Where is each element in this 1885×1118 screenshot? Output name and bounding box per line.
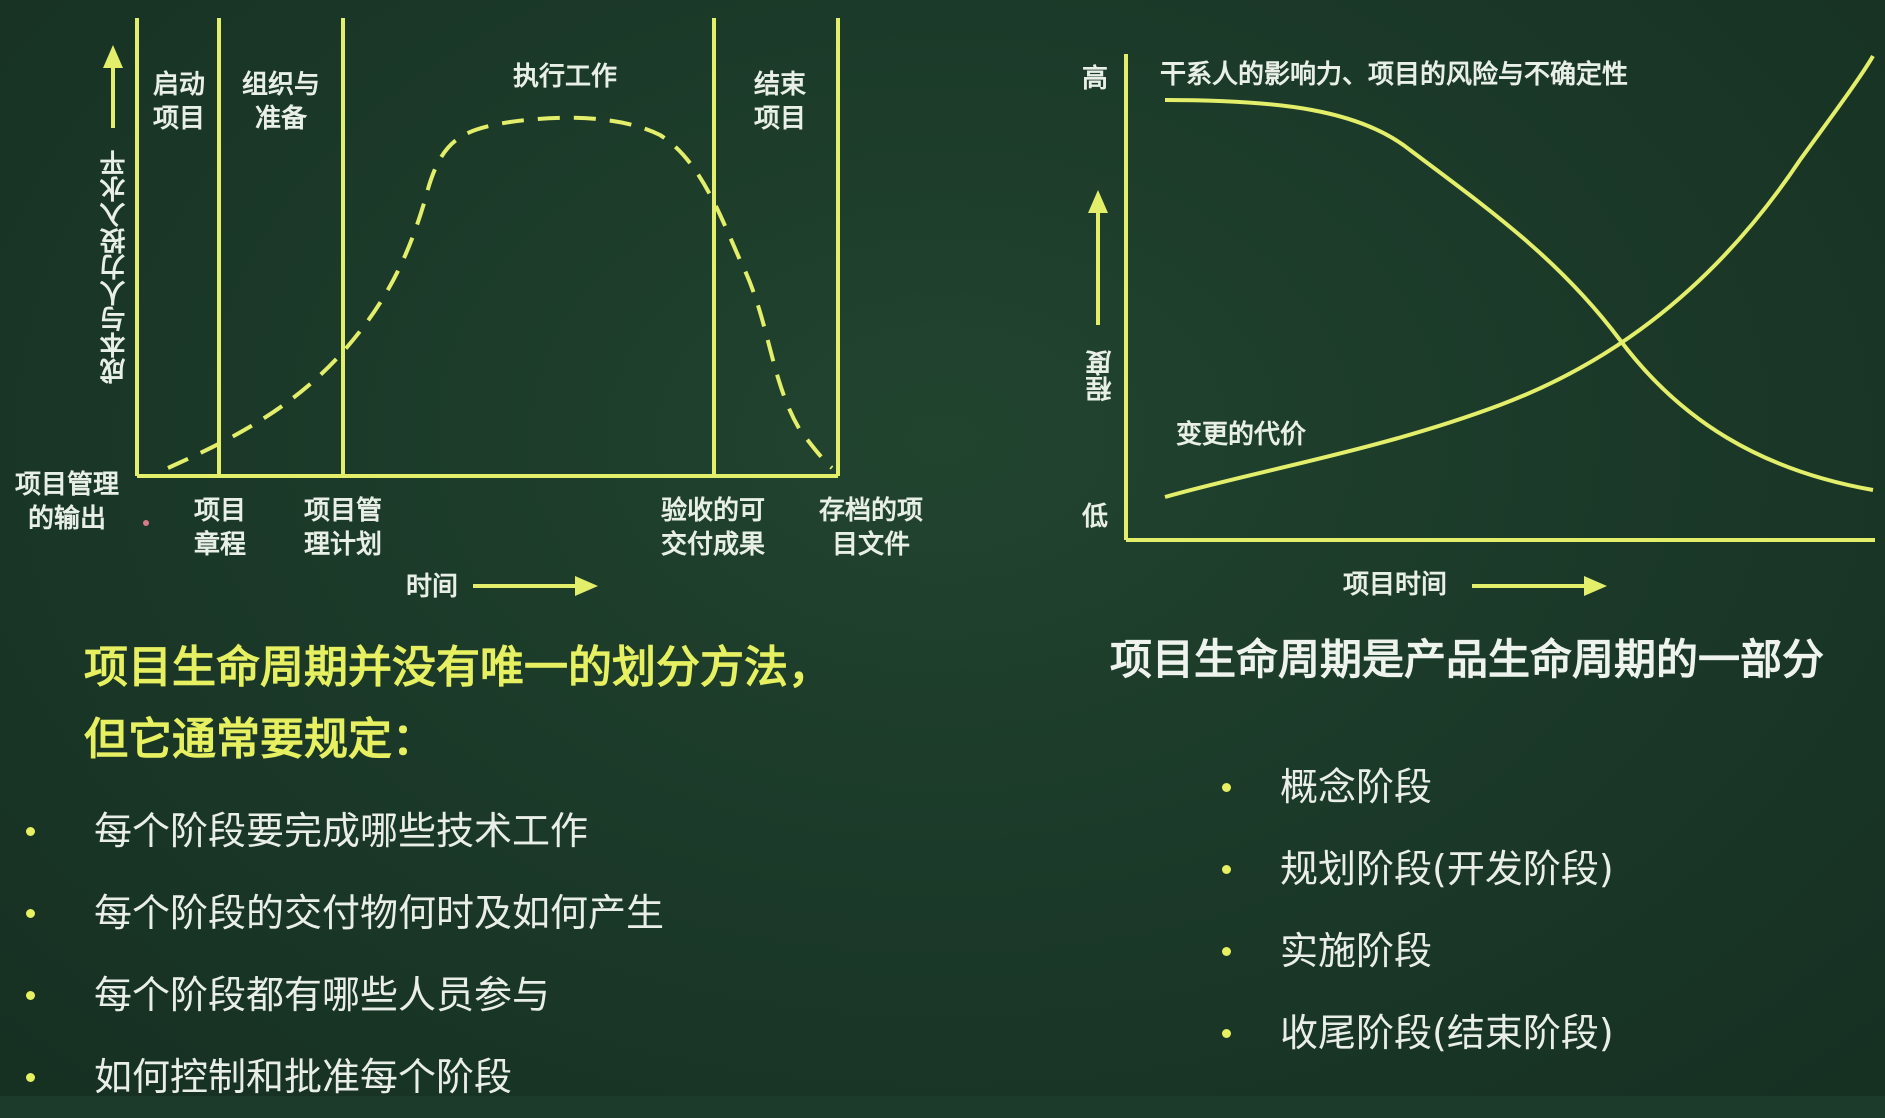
bullet-dot-icon: [1222, 865, 1231, 874]
left-y-arrowhead: [103, 45, 123, 68]
bullet-dot-icon: [26, 827, 35, 836]
right-y-arrowhead: [1088, 190, 1108, 213]
right-x-axis-label: 项目时间: [1342, 570, 1447, 600]
output-project-charter: 项目 章程: [193, 496, 246, 560]
influence-curve-label: 干系人的影响力、项目的风险与不确定性: [1160, 60, 1629, 90]
left-bullet-item: 每个阶段的交付物何时及如何产生: [26, 872, 664, 954]
phase-label-initiate: 启动 项目: [152, 70, 205, 134]
bullet-dot-icon: [26, 909, 35, 918]
right-bullet-item: 收尾阶段(结束阶段): [1222, 992, 1614, 1074]
left-bullet-item: 如何控制和批准每个阶段: [26, 1036, 664, 1118]
left-heading-line-2: 但它通常要规定：: [84, 714, 436, 765]
bullet-dot-icon: [1222, 783, 1231, 792]
bullet-dot-icon: [1222, 1029, 1231, 1038]
output-archived-documents: 存档的项 目文件: [818, 496, 923, 560]
effort-curve: [167, 115, 834, 470]
left-y-axis-label: 成本与人力投入水平: [100, 150, 130, 384]
pointer-dot: [143, 520, 149, 526]
left-heading-line-1: 项目生命周期并没有唯一的划分方法，: [84, 642, 832, 693]
phase-label-organize: 组织与 准备: [241, 70, 320, 134]
change-cost-curve-label: 变更的代价: [1176, 420, 1307, 450]
right-bullet-item: 规划阶段(开发阶段): [1222, 828, 1614, 910]
left-bullet-item: 每个阶段要完成哪些技术工作: [26, 790, 664, 872]
left-bullet-item: 每个阶段都有哪些人员参与: [26, 954, 664, 1036]
left-x-axis-label: 时间: [405, 572, 458, 602]
bullet-dot-icon: [26, 1073, 35, 1082]
output-label: 项目管理 的输出: [14, 470, 119, 534]
output-pm-plan: 项目管 理计划: [303, 496, 382, 560]
bullet-dot-icon: [26, 991, 35, 1000]
right-heading: 项目生命周期是产品生命周期的一部分: [1110, 635, 1825, 684]
right-bullet-item: 概念阶段: [1222, 746, 1614, 828]
right-bullet-list: 概念阶段 规划阶段(开发阶段) 实施阶段 收尾阶段(结束阶段): [1222, 746, 1614, 1074]
left-bullet-list: 每个阶段要完成哪些技术工作 每个阶段的交付物何时及如何产生 每个阶段都有哪些人员…: [26, 790, 664, 1118]
left-x-arrowhead: [575, 576, 598, 596]
y-low-label: 低: [1081, 502, 1108, 532]
y-high-label: 高: [1081, 64, 1108, 94]
right-y-axis-label: 程度: [1086, 350, 1116, 402]
right-x-arrowhead: [1584, 576, 1607, 596]
phase-label-execute: 执行工作: [512, 62, 617, 92]
bullet-dot-icon: [1222, 947, 1231, 956]
phase-label-close: 结束 项目: [753, 70, 806, 134]
right-bullet-item: 实施阶段: [1222, 910, 1614, 992]
output-accepted-deliverables: 验收的可 交付成果: [660, 496, 765, 560]
